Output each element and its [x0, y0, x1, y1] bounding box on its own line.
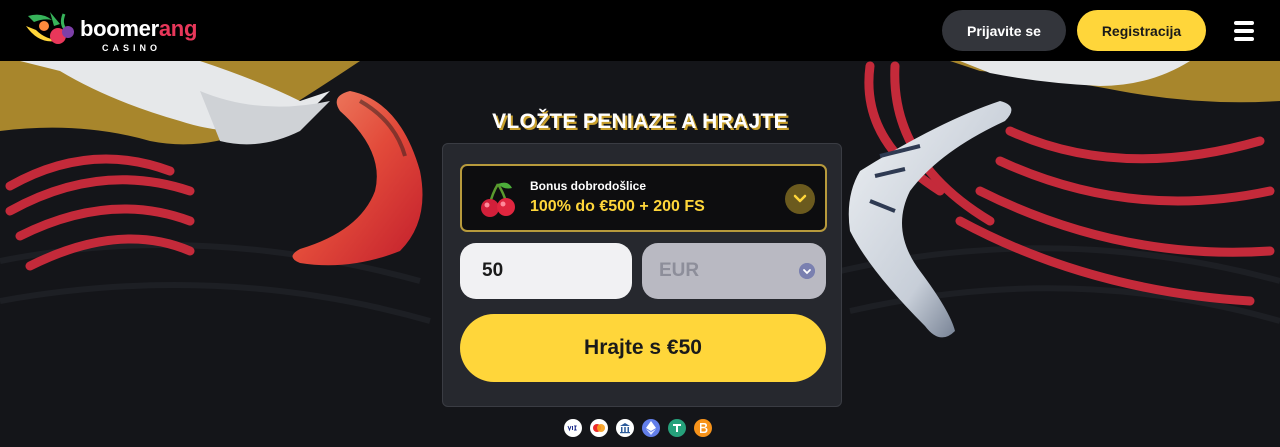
tether-icon: [668, 419, 686, 437]
bonus-label: Bonus dobrodošlice: [530, 179, 647, 193]
register-button[interactable]: Registracija: [1077, 10, 1206, 51]
bonus-dropdown-button[interactable]: [785, 184, 815, 214]
bonus-value: 100% do €500 + 200 FS: [530, 198, 705, 215]
visa-icon: [564, 419, 582, 437]
bitcoin-icon: [694, 419, 712, 437]
currency-select[interactable]: EUR: [642, 243, 826, 299]
hero-title: VLOŽTE PENIAZE A HRAJTE: [492, 110, 788, 133]
bank-icon: [616, 419, 634, 437]
login-button[interactable]: Prijavite se: [942, 10, 1066, 51]
payment-methods: [564, 419, 724, 439]
mastercard-icon: [590, 419, 608, 437]
welcome-bonus-selector[interactable]: Bonus dobrodošlice 100% do €500 + 200 FS: [460, 164, 827, 232]
play-deposit-button[interactable]: Hrajte s €50: [460, 314, 826, 382]
logo-subtitle: CASINO: [102, 43, 162, 53]
boomerang-casino-logo[interactable]: boomerang CASINO: [20, 10, 220, 54]
currency-value: EUR: [659, 260, 700, 281]
chevron-down-icon: [793, 194, 807, 203]
logo-fruit-icon: [26, 12, 74, 44]
deposit-panel: Bonus dobrodošlice 100% do €500 + 200 FS…: [442, 143, 842, 407]
logo-wordmark: boomerang: [80, 16, 198, 41]
hamburger-icon: [1234, 21, 1254, 41]
top-header: boomerang CASINO Prijavite se Registraci…: [0, 0, 1280, 61]
ethereum-icon: [642, 419, 660, 437]
deposit-amount-input[interactable]: [460, 243, 632, 299]
cherry-icon: [481, 182, 515, 217]
chevron-down-icon: [799, 263, 815, 279]
menu-button[interactable]: [1224, 12, 1264, 50]
